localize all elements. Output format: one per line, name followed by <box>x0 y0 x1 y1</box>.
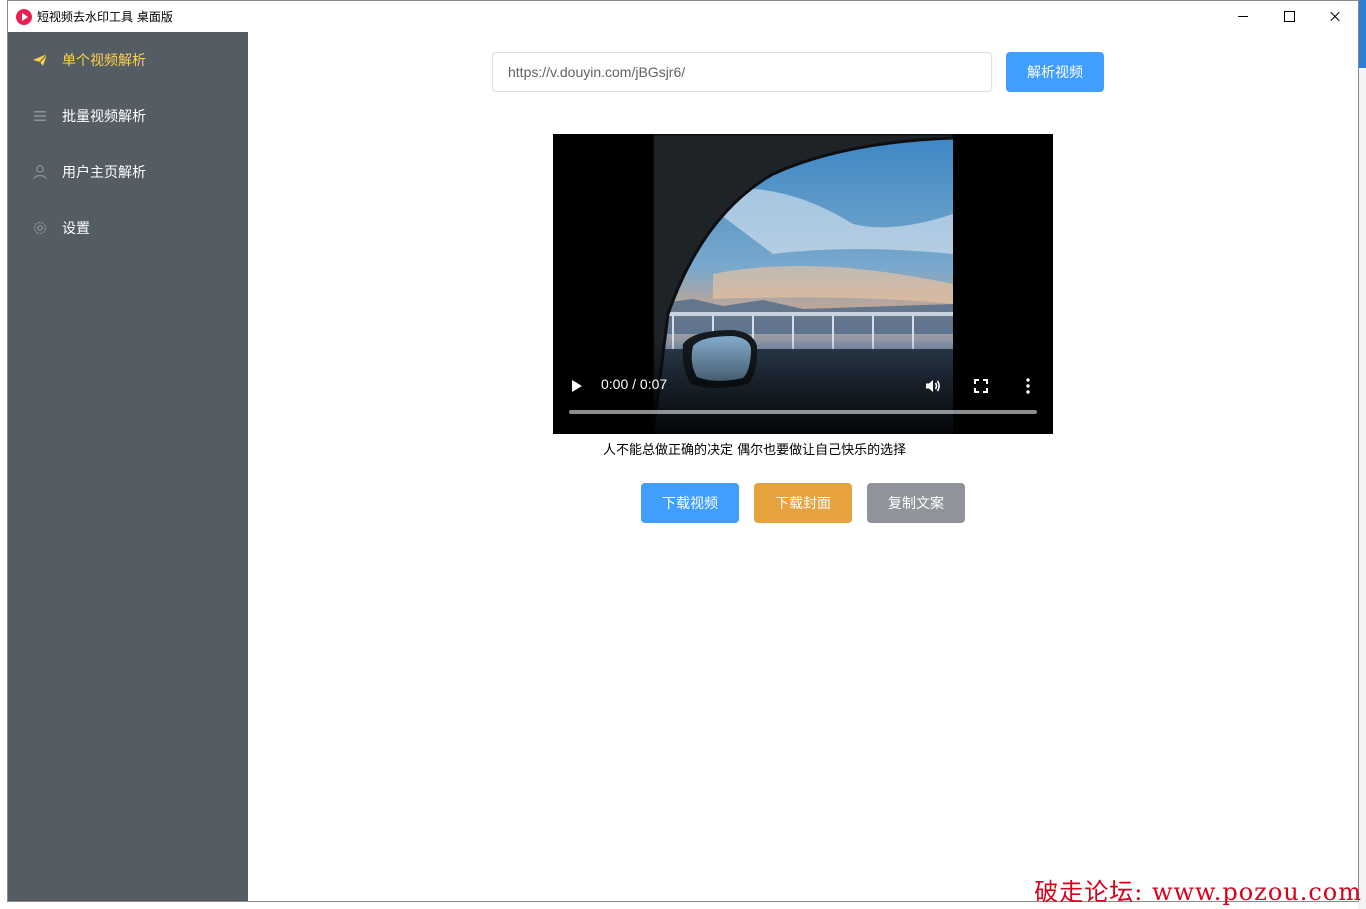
fullscreen-icon[interactable] <box>974 379 988 393</box>
desktop-accent <box>1358 0 1366 68</box>
play-icon[interactable] <box>571 379 583 393</box>
minimize-button[interactable] <box>1220 1 1266 32</box>
close-button[interactable] <box>1312 1 1358 32</box>
maximize-icon <box>1284 11 1295 22</box>
video-url-input[interactable] <box>492 52 992 92</box>
sidebar-item-batch-video[interactable]: 批量视频解析 <box>8 88 248 144</box>
download-cover-button[interactable]: 下载封面 <box>754 483 852 523</box>
copy-caption-button[interactable]: 复制文案 <box>867 483 965 523</box>
sidebar-menu: 单个视频解析 批量视频解析 用户主页解析 设置 <box>8 32 248 901</box>
list-icon <box>34 111 46 121</box>
action-buttons: 下载视频 下载封面 复制文案 <box>641 483 980 523</box>
video-player[interactable]: 0:00 / 0:07 <box>553 134 1053 434</box>
maximize-button[interactable] <box>1266 1 1312 32</box>
volume-icon[interactable] <box>924 377 942 395</box>
video-caption: 人不能总做正确的决定 偶尔也要做让自己快乐的选择 <box>603 443 907 458</box>
app-window: 短视频去水印工具 桌面版 单个视频解析 批量视频解析 用户主页解析 设置 htt… <box>7 0 1359 902</box>
desktop-background <box>1358 0 1366 909</box>
sidebar-item-user-profile[interactable]: 用户主页解析 <box>8 144 248 200</box>
sidebar-item-label: 设置 <box>62 221 90 237</box>
sidebar-item-settings[interactable]: 设置 <box>8 200 248 256</box>
download-video-button[interactable]: 下载视频 <box>641 483 739 523</box>
sidebar-item-label: 批量视频解析 <box>62 109 146 125</box>
minimize-icon <box>1238 16 1248 17</box>
app-logo-icon <box>16 8 32 25</box>
window-title: 短视频去水印工具 桌面版 <box>37 10 173 24</box>
user-icon <box>33 165 47 180</box>
parse-video-button[interactable]: 解析视频 <box>1006 52 1104 92</box>
title-bar: 短视频去水印工具 桌面版 <box>8 1 1358 32</box>
paper-plane-icon <box>33 53 48 66</box>
window-controls <box>1220 1 1358 32</box>
more-options-icon[interactable] <box>1026 378 1030 394</box>
sidebar-item-single-video[interactable]: 单个视频解析 <box>8 32 248 88</box>
site-watermark: 破走论坛: www.pozou.com <box>1034 878 1362 906</box>
time-display: 0:00 / 0:07 <box>601 376 668 392</box>
main-content: 解析视频 <box>248 32 1358 901</box>
gear-icon <box>33 221 47 235</box>
sidebar-item-label: 用户主页解析 <box>62 165 146 181</box>
sidebar-item-label: 单个视频解析 <box>62 53 146 69</box>
progress-bar[interactable] <box>569 410 1037 414</box>
